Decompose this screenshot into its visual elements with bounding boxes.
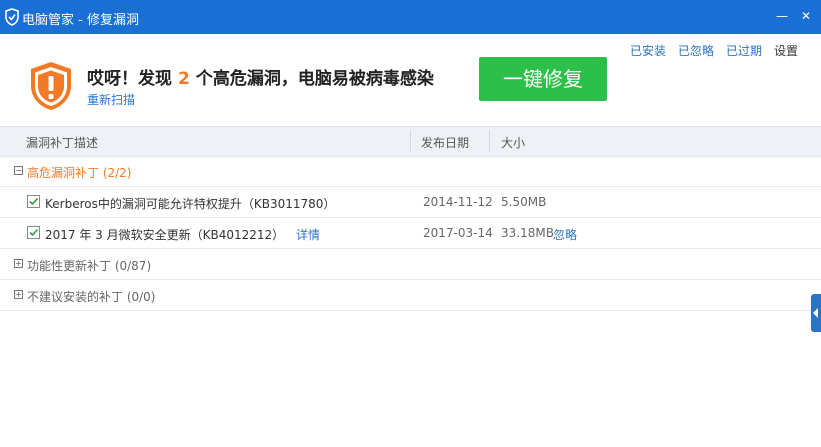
- detail-link[interactable]: 详情: [296, 228, 320, 242]
- title-bar: 电脑管家 - 修复漏洞 — ✕: [0, 0, 821, 34]
- collapse-icon[interactable]: −: [14, 166, 23, 175]
- window-title: 电脑管家 - 修复漏洞: [22, 13, 139, 28]
- top-links: 已安装 已忽略 已过期 设置: [630, 42, 798, 59]
- chevron-left-icon: [813, 308, 818, 318]
- patch-description-text: 2017 年 3 月微软安全更新（KB4012212）: [45, 228, 285, 242]
- warning-shield-icon: [27, 59, 75, 113]
- vulnerability-count: 2: [178, 69, 190, 89]
- patch-size: 5.50MB: [501, 195, 547, 209]
- side-panel-toggle[interactable]: [811, 294, 821, 332]
- group-label: 高危漏洞补丁 (2/2): [27, 166, 132, 180]
- column-size[interactable]: 大小: [501, 134, 525, 151]
- patch-date: 2014-11-12: [423, 195, 493, 209]
- group-row-high-risk[interactable]: − 高危漏洞补丁 (2/2): [0, 155, 821, 187]
- table-header: 漏洞补丁描述 发布日期 大小: [0, 126, 821, 157]
- column-divider[interactable]: [410, 130, 411, 152]
- rescan-link[interactable]: 重新扫描: [87, 91, 135, 108]
- patch-size: 33.18MB: [501, 226, 554, 240]
- patch-checkbox[interactable]: [27, 195, 40, 208]
- alert-prefix: 哎呀！发现: [87, 69, 172, 89]
- alert-suffix: 个高危漏洞，电脑易被病毒感染: [195, 69, 434, 89]
- group-label: 不建议安装的补丁 (0/0): [27, 290, 156, 304]
- column-description[interactable]: 漏洞补丁描述: [26, 134, 98, 151]
- table-row[interactable]: 2017 年 3 月微软安全更新（KB4012212） 详情 2017-03-1…: [0, 217, 821, 249]
- table-row[interactable]: Kerberos中的漏洞可能允许特权提升（KB3011780） 2014-11-…: [0, 186, 821, 218]
- check-icon: [29, 197, 39, 206]
- column-divider[interactable]: [489, 130, 490, 152]
- alert-message: 哎呀！发现 2 个高危漏洞，电脑易被病毒感染: [87, 64, 434, 89]
- patch-description: 2017 年 3 月微软安全更新（KB4012212） 详情: [45, 226, 320, 243]
- group-row-functional[interactable]: + 功能性更新补丁 (0/87): [0, 248, 821, 280]
- alert-header: 哎呀！发现 2 个高危漏洞，电脑易被病毒感染 重新扫描 一键修复 已安装 已忽略 已…: [0, 34, 821, 126]
- ignore-link[interactable]: 忽略: [553, 226, 577, 243]
- close-button[interactable]: ✕: [794, 4, 818, 28]
- minimize-button[interactable]: —: [770, 4, 794, 28]
- ignored-link[interactable]: 已忽略: [678, 42, 714, 59]
- patch-checkbox[interactable]: [27, 226, 40, 239]
- patch-description: Kerberos中的漏洞可能允许特权提升（KB3011780）: [45, 197, 336, 211]
- expand-icon[interactable]: +: [14, 259, 23, 268]
- patch-date: 2017-03-14: [423, 226, 493, 240]
- expired-link[interactable]: 已过期: [726, 42, 762, 59]
- group-row-not-recommended[interactable]: + 不建议安装的补丁 (0/0): [0, 279, 821, 311]
- settings-link[interactable]: 设置: [774, 42, 798, 59]
- installed-link[interactable]: 已安装: [630, 42, 666, 59]
- expand-icon[interactable]: +: [14, 290, 23, 299]
- column-date[interactable]: 发布日期: [421, 134, 469, 151]
- shield-logo-icon: [4, 8, 20, 26]
- group-label: 功能性更新补丁 (0/87): [27, 259, 152, 273]
- check-icon: [29, 228, 39, 237]
- one-click-fix-button[interactable]: 一键修复: [479, 57, 607, 101]
